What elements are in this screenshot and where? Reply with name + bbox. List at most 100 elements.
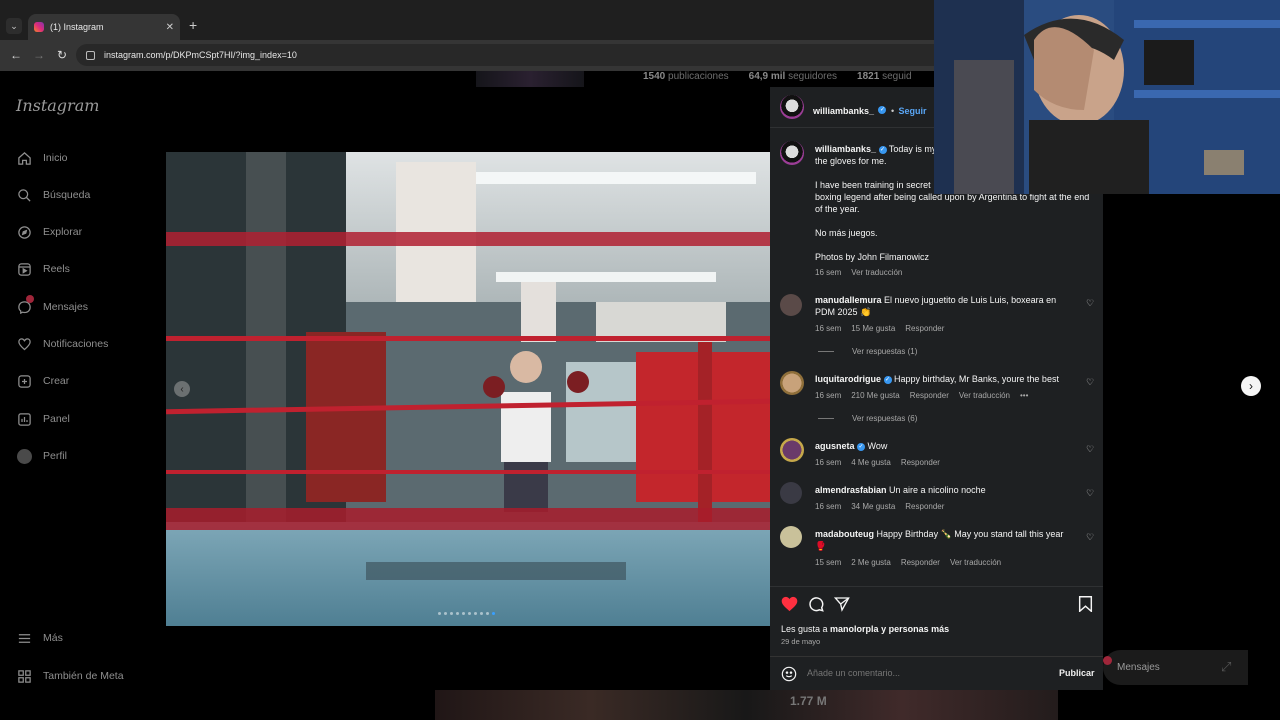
instagram-logo[interactable]: Instagram: [16, 96, 99, 115]
webcam-overlay: [934, 0, 1280, 194]
comment-time: 16 sem: [815, 391, 842, 400]
caption-line: Photos by John Filmanowicz: [815, 252, 930, 262]
comment-like-heart-icon[interactable]: ♡: [1086, 444, 1094, 455]
verified-badge-icon: ✓: [878, 105, 887, 114]
sidebar: Instagram Inicio Búsqueda Explorar Reels…: [0, 71, 166, 720]
likes-suffix[interactable]: y personas más: [879, 624, 949, 634]
reload-icon[interactable]: ↻: [57, 48, 67, 62]
comment-username[interactable]: almendrasfabian: [815, 485, 887, 495]
caption-avatar[interactable]: [780, 141, 804, 165]
carousel-prev-button[interactable]: ‹: [174, 381, 190, 397]
author-avatar[interactable]: [780, 95, 804, 119]
carousel-indicator: [438, 612, 495, 615]
commenter-avatar[interactable]: [780, 526, 802, 548]
sidebar-item-label: Explorar: [43, 226, 83, 238]
likes-username[interactable]: manolorpla: [830, 624, 879, 634]
carousel-dot: [480, 612, 483, 615]
replies-line: [818, 418, 834, 419]
view-replies-button[interactable]: Ver respuestas (6): [818, 414, 917, 423]
home-icon: [16, 150, 32, 166]
tab-search-button[interactable]: ⌄: [6, 18, 22, 34]
sidebar-item-perfil[interactable]: Perfil: [16, 448, 67, 464]
emoji-icon[interactable]: [781, 666, 797, 687]
comment-likes[interactable]: 210 Me gusta: [851, 391, 899, 400]
see-translation-link[interactable]: Ver traducción: [959, 391, 1010, 400]
comment-time: 16 sem: [815, 458, 842, 467]
reply-button[interactable]: Responder: [905, 502, 944, 511]
publish-button[interactable]: Publicar: [1059, 668, 1095, 678]
forward-arrow-icon[interactable]: →: [33, 48, 45, 62]
sidebar-item-meta[interactable]: También de Meta: [16, 668, 124, 684]
instagram-favicon-icon: [34, 22, 44, 32]
more-options-icon[interactable]: •••: [1020, 391, 1028, 400]
comment-bubble-icon[interactable]: [808, 596, 824, 617]
reply-button[interactable]: Responder: [905, 324, 944, 333]
followers-label: seguidores: [788, 71, 838, 82]
comment-likes[interactable]: 15 Me gusta: [851, 324, 895, 333]
comment-likes[interactable]: 4 Me gusta: [851, 458, 891, 467]
comment-composer: Publicar: [770, 662, 1103, 686]
following-count: 1821: [857, 71, 880, 82]
background-profile-stats: 1540 publicaciones 64,9 mil seguidores 1…: [643, 71, 912, 82]
notification-badge: [26, 295, 34, 303]
sidebar-item-panel[interactable]: Panel: [16, 411, 70, 427]
messenger-icon: [16, 295, 34, 315]
commenter-avatar[interactable]: [780, 438, 804, 462]
commenter-avatar[interactable]: [780, 294, 802, 316]
view-replies-button[interactable]: Ver respuestas (1): [818, 347, 917, 356]
comment-like-heart-icon[interactable]: ♡: [1086, 377, 1094, 388]
comment-username[interactable]: manudallemura: [815, 295, 882, 305]
follow-button[interactable]: Seguir: [899, 106, 927, 116]
reels-icon: [16, 261, 32, 277]
see-translation-link[interactable]: Ver traducción: [851, 268, 902, 277]
commenter-avatar[interactable]: [780, 371, 804, 395]
url-field[interactable]: instagram.com/p/DKPmCSpt7HI/?img_index=1…: [76, 44, 946, 66]
plus-square-icon: [16, 373, 32, 389]
caption-username[interactable]: williambanks_: [815, 144, 876, 154]
browser-tab[interactable]: (1) Instagram ✕: [28, 14, 180, 40]
sidebar-item-mensajes[interactable]: Mensajes: [16, 295, 88, 315]
reply-button[interactable]: Responder: [901, 458, 940, 467]
commenter-avatar[interactable]: [780, 482, 802, 504]
sidebar-item-busqueda[interactable]: Búsqueda: [16, 187, 90, 203]
comment-time: 15 sem: [815, 558, 842, 567]
sidebar-item-label: Mensajes: [43, 301, 88, 313]
likes-summary[interactable]: Les gusta a manolorpla y personas más: [781, 624, 949, 634]
comment-like-heart-icon[interactable]: ♡: [1086, 532, 1094, 543]
tab-close-icon[interactable]: ✕: [166, 22, 174, 33]
sidebar-item-label: Perfil: [43, 450, 67, 462]
comment-time: 16 sem: [815, 324, 842, 333]
sidebar-item-crear[interactable]: Crear: [16, 373, 69, 389]
comment-likes[interactable]: 2 Me gusta: [851, 558, 891, 567]
sidebar-item-mas[interactable]: Más: [16, 630, 63, 646]
share-paper-plane-icon[interactable]: [833, 596, 850, 617]
sidebar-item-explorar[interactable]: Explorar: [16, 224, 82, 240]
comment-username[interactable]: agusneta: [815, 441, 855, 451]
messages-drawer-button[interactable]: Mensajes ⤢: [1103, 650, 1248, 685]
comment-like-heart-icon[interactable]: ♡: [1086, 298, 1094, 309]
menu-icon: [16, 630, 32, 646]
comment-username[interactable]: madabouteug: [815, 529, 874, 539]
sidebar-item-notificaciones[interactable]: Notificaciones: [16, 336, 108, 352]
comment-username[interactable]: luquitarodrigue: [815, 374, 881, 384]
site-info-icon[interactable]: [86, 50, 95, 60]
carousel-next-button[interactable]: ›: [1241, 376, 1261, 396]
comment-likes[interactable]: 34 Me gusta: [851, 502, 895, 511]
save-bookmark-icon[interactable]: [1078, 596, 1093, 617]
author-username[interactable]: williambanks_: [813, 106, 874, 116]
carousel-dot: [450, 612, 453, 615]
comment-input[interactable]: [807, 668, 1037, 678]
sidebar-item-inicio[interactable]: Inicio: [16, 150, 68, 166]
reply-button[interactable]: Responder: [901, 558, 940, 567]
comment-like-heart-icon[interactable]: ♡: [1086, 488, 1094, 499]
post-photo[interactable]: [166, 152, 770, 626]
like-heart-icon[interactable]: [781, 596, 798, 617]
compass-icon: [16, 224, 32, 240]
sidebar-item-reels[interactable]: Reels: [16, 261, 70, 277]
new-tab-button[interactable]: +: [189, 17, 197, 33]
replies-line: [818, 351, 834, 352]
back-arrow-icon[interactable]: ←: [10, 48, 22, 62]
sidebar-item-label: Reels: [43, 263, 70, 275]
reply-button[interactable]: Responder: [910, 391, 949, 400]
see-translation-link[interactable]: Ver traducción: [950, 558, 1001, 567]
